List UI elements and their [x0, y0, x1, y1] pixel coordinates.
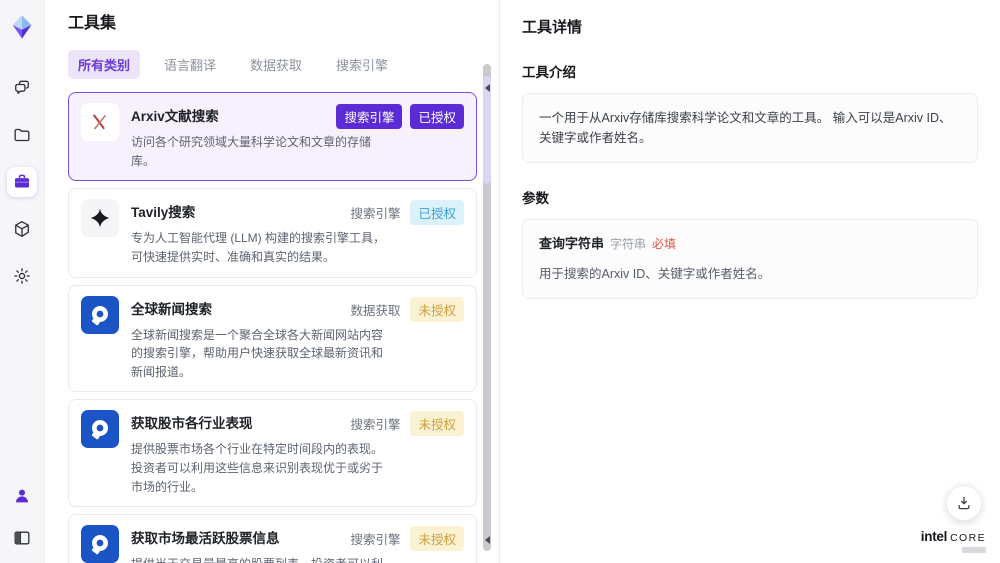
category-tabs: 所有类别 语言翻译 数据获取 搜索引擎 — [68, 50, 477, 80]
tool-category-badge: 搜索引擎 — [350, 418, 401, 433]
download-icon — [958, 496, 970, 510]
splitter-collapse-bottom-icon[interactable] — [485, 536, 490, 544]
tool-icon — [81, 295, 119, 334]
tool-name: Tavily搜索 — [131, 205, 196, 221]
category-tab[interactable]: 所有类别 — [68, 50, 141, 80]
tool-icon — [81, 410, 119, 449]
params-heading: 参数 — [522, 191, 549, 206]
app-logo-icon — [8, 13, 36, 41]
tool-status-badge: 未授权 — [410, 526, 464, 552]
tool-card[interactable]: Arxiv文献搜索 搜索引擎 已授权 访问各个研究领域大量科学论文和文章的存储库… — [68, 92, 477, 182]
tool-status-badge: 已授权 — [410, 104, 464, 130]
sidebar — [0, 0, 45, 563]
tool-category-badge: 搜索引擎 — [350, 207, 401, 222]
intro-heading: 工具介绍 — [522, 65, 576, 80]
intel-core-logo: intel CORE — [921, 529, 986, 553]
tool-description: 提供当天交易量最高的股票列表，投资者可以利用这些信息来识别流动性强的股票和潜在的… — [131, 555, 393, 563]
chat-icon[interactable] — [7, 73, 37, 103]
parameter-required-badge: 必填 — [652, 237, 677, 251]
tool-description: 全球新闻搜索是一个聚合全球各大新闻网站内容的搜索引擎，帮助用户快速获取全球最新资… — [131, 327, 384, 379]
download-button[interactable] — [946, 485, 982, 521]
tool-icon — [81, 199, 119, 238]
tool-list: Arxiv文献搜索 搜索引擎 已授权 访问各个研究领域大量科学论文和文章的存储库… — [68, 92, 477, 563]
category-tab[interactable]: 语言翻译 — [154, 50, 226, 79]
parameter-description: 用于搜索的Arxiv ID、关键字或作者姓名。 — [539, 266, 771, 281]
app-window: 工具集 所有类别 语言翻译 数据获取 搜索引擎 Arxiv文献搜索 搜索引擎 已授权 … — [0, 0, 1000, 563]
scrollbar-thumb[interactable] — [483, 76, 491, 184]
panel-toggle-icon[interactable] — [7, 523, 37, 553]
page-title: 工具集 — [68, 15, 117, 32]
detail-title: 工具详情 — [522, 19, 583, 36]
gear-icon[interactable] — [7, 261, 37, 291]
scrollbar-track[interactable] — [483, 64, 491, 551]
category-tab[interactable]: 搜索引擎 — [326, 50, 398, 79]
tool-description: 访问各个研究领域大量科学论文和文章的存储库。 — [131, 135, 372, 168]
briefcase-icon[interactable] — [7, 167, 37, 197]
parameter-item: 查询字符串 字符串 必填 用于搜索的Arxiv ID、关键字或作者姓名。 — [539, 234, 961, 284]
intro-text: 一个用于从Arxiv存储库搜索科学论文和文章的工具。 输入可以是Arxiv ID… — [522, 93, 978, 163]
tool-detail-panel: 工具详情 工具介绍 一个用于从Arxiv存储库搜索科学论文和文章的工具。 输入可… — [500, 0, 1000, 563]
tool-card[interactable]: 全球新闻搜索 数据获取 未授权 全球新闻搜索是一个聚合全球各大新闻网站内容的搜索… — [68, 284, 477, 393]
tool-badges: 搜索引擎 已授权 — [336, 103, 464, 130]
tool-list-panel: 工具集 所有类别 语言翻译 数据获取 搜索引擎 Arxiv文献搜索 搜索引擎 已授权 … — [45, 0, 500, 563]
tool-card[interactable]: 获取市场最活跃股票信息 搜索引擎 未授权 提供当天交易量最高的股票列表，投资者可… — [68, 514, 477, 563]
core-wordmark: CORE — [950, 532, 986, 544]
tool-status-badge: 未授权 — [410, 411, 464, 437]
cube-icon[interactable] — [7, 214, 37, 244]
tool-icon — [81, 103, 119, 142]
parameter-type: 字符串 — [610, 237, 647, 251]
folder-icon[interactable] — [7, 120, 37, 150]
tool-icon — [81, 525, 119, 563]
intel-ultra-badge — [962, 547, 986, 553]
tool-category-badge: 数据获取 — [350, 303, 401, 318]
tool-description: 专为人工智能代理 (LLM) 构建的搜索引擎工具，可快速提供实时、准确和真实的结… — [131, 231, 386, 264]
user-icon[interactable] — [7, 481, 37, 511]
tool-name: 获取市场最活跃股票信息 — [131, 531, 280, 547]
tool-status-badge: 未授权 — [410, 296, 464, 322]
sidebar-bottom — [7, 481, 37, 553]
tool-name: Arxiv文献搜索 — [131, 109, 219, 125]
tool-badges: 数据获取 未授权 — [348, 296, 464, 322]
category-tab[interactable]: 数据获取 — [240, 50, 312, 79]
tool-badges: 搜索引擎 未授权 — [348, 410, 464, 437]
tool-badges: 搜索引擎 未授权 — [348, 525, 464, 552]
tool-category-badge: 搜索引擎 — [336, 104, 403, 130]
intel-wordmark: intel — [920, 529, 948, 544]
tool-status-badge: 已授权 — [410, 200, 464, 226]
tool-card[interactable]: Tavily搜索 搜索引擎 已授权 专为人工智能代理 (LLM) 构建的搜索引擎… — [68, 188, 477, 278]
parameter-name: 查询字符串 — [539, 236, 605, 251]
tool-category-badge: 搜索引擎 — [350, 533, 401, 548]
tool-description: 提供股票市场各个行业在特定时间段内的表现。投资者可以利用这些信息来识别表现优于或… — [131, 442, 384, 494]
sidebar-nav — [7, 73, 37, 291]
splitter-collapse-top-icon[interactable] — [485, 84, 490, 92]
tool-badges: 搜索引擎 已授权 — [348, 199, 464, 226]
tool-name: 获取股市各行业表现 — [131, 416, 253, 432]
tool-card[interactable]: 获取股市各行业表现 搜索引擎 未授权 提供股票市场各个行业在特定时间段内的表现。… — [68, 399, 477, 508]
params-box: 查询字符串 字符串 必填 用于搜索的Arxiv ID、关键字或作者姓名。 — [522, 219, 978, 299]
tool-name: 全球新闻搜索 — [131, 301, 212, 317]
